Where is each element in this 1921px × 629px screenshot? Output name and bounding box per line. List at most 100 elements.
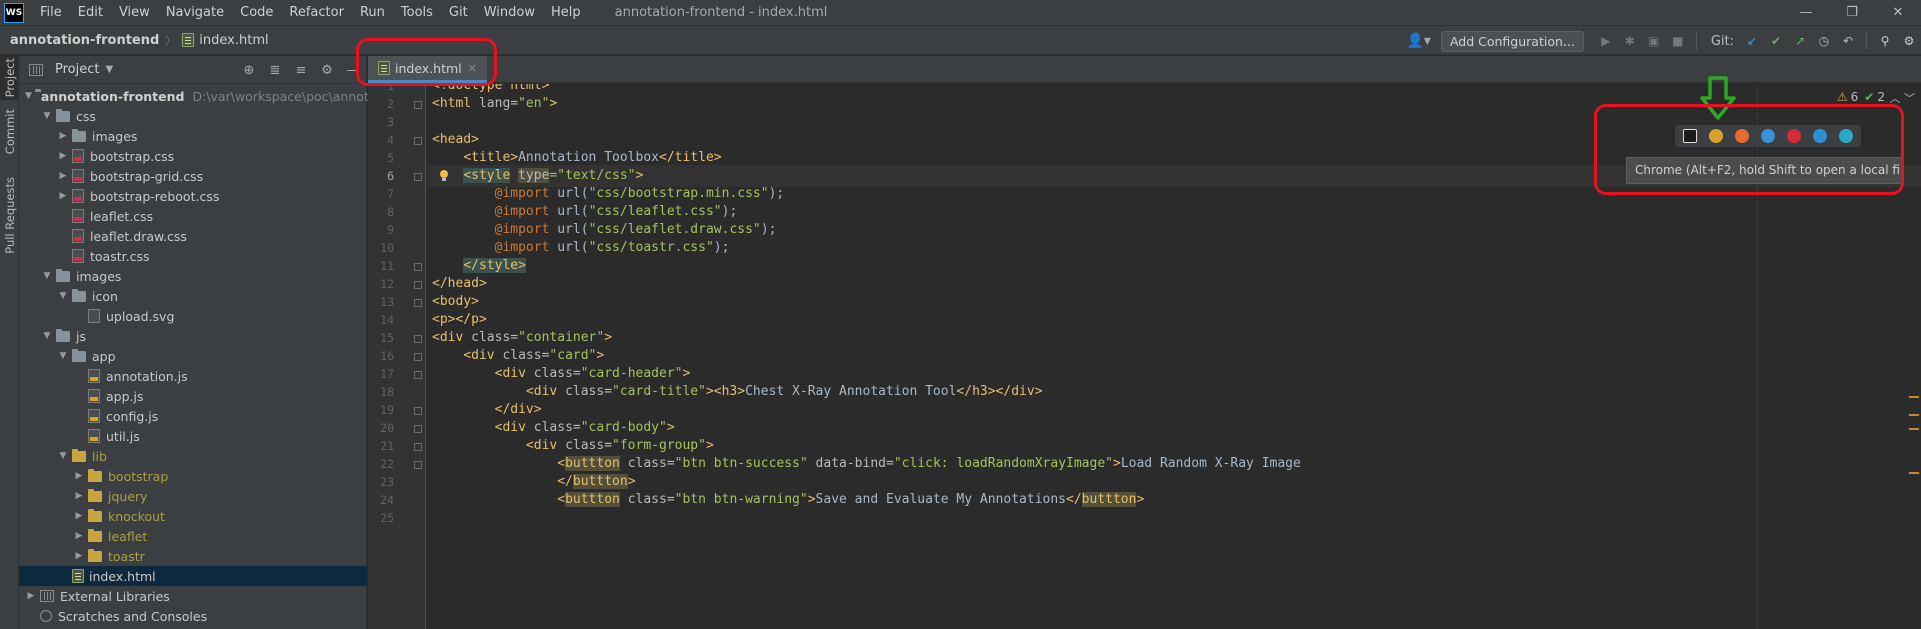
fold-marker-icon[interactable] xyxy=(414,263,422,271)
fold-marker-icon[interactable] xyxy=(414,281,422,289)
fold-marker-icon[interactable] xyxy=(414,101,422,109)
fold-marker-icon[interactable] xyxy=(414,461,422,469)
warning-marker[interactable] xyxy=(1909,396,1919,398)
line-number[interactable]: 4 xyxy=(368,133,394,147)
line-number[interactable]: 2 xyxy=(368,97,394,111)
line-number[interactable]: 21 xyxy=(368,439,394,453)
menu-edit[interactable]: Edit xyxy=(70,0,111,25)
line-number[interactable]: 24 xyxy=(368,493,394,507)
line-number[interactable]: 15 xyxy=(368,331,394,345)
warning-marker[interactable] xyxy=(1909,472,1919,474)
line-number[interactable]: 25 xyxy=(368,511,394,525)
webstorm-icon[interactable] xyxy=(1677,125,1703,147)
breadcrumb-file[interactable]: index.html xyxy=(182,33,269,48)
chevron-right-icon[interactable]: ▶ xyxy=(73,551,85,561)
chevron-right-icon[interactable]: ▶ xyxy=(57,131,69,141)
fold-marker-icon[interactable] xyxy=(414,443,422,451)
settings-icon[interactable]: ⚙ xyxy=(1897,26,1921,56)
warning-marker[interactable] xyxy=(1909,414,1919,416)
tree-item[interactable]: app.js xyxy=(19,386,367,406)
tool-tab-project[interactable]: Project xyxy=(0,56,19,100)
project-panel-title[interactable]: Project xyxy=(55,62,99,77)
tree-item[interactable]: toastr.css xyxy=(19,246,367,266)
expand-all-icon[interactable]: ≣ xyxy=(262,63,288,78)
line-number[interactable]: 22 xyxy=(368,457,394,471)
tree-item[interactable]: util.js xyxy=(19,426,367,446)
tree-item[interactable]: ▼ js xyxy=(19,326,367,346)
fold-marker-icon[interactable] xyxy=(414,371,422,379)
tree-item[interactable]: ▶ knockout xyxy=(19,506,367,526)
chevron-right-icon[interactable]: ▶ xyxy=(73,491,85,501)
line-number[interactable]: 23 xyxy=(368,475,394,489)
line-number[interactable]: 10 xyxy=(368,241,394,255)
fold-marker-icon[interactable] xyxy=(414,407,422,415)
rollback-icon[interactable]: ↶ xyxy=(1836,26,1860,56)
tree-item[interactable]: index.html xyxy=(19,566,367,586)
line-number[interactable]: 1 xyxy=(368,84,394,93)
fold-marker-icon[interactable] xyxy=(414,353,422,361)
menu-navigate[interactable]: Navigate xyxy=(158,0,232,25)
tree-item[interactable]: ▶ bootstrap.css xyxy=(19,146,367,166)
menu-window[interactable]: Window xyxy=(476,0,543,25)
tree-item[interactable]: ▼ icon xyxy=(19,286,367,306)
error-stripe[interactable] xyxy=(1907,84,1921,629)
tree-item[interactable]: ▼ css xyxy=(19,106,367,126)
menu-git[interactable]: Git xyxy=(441,0,476,25)
line-number[interactable]: 7 xyxy=(368,187,394,201)
tree-item[interactable]: annotation.js xyxy=(19,366,367,386)
minimize-button[interactable]: — xyxy=(1783,0,1829,25)
chrome-icon[interactable] xyxy=(1703,125,1729,147)
tree-item[interactable]: ▶ bootstrap-reboot.css xyxy=(19,186,367,206)
close-tab-icon[interactable]: ✕ xyxy=(468,62,477,75)
menu-tools[interactable]: Tools xyxy=(393,0,441,25)
fold-marker-icon[interactable] xyxy=(414,425,422,433)
debug-icon[interactable]: ✱ xyxy=(1618,26,1642,56)
edge-icon[interactable] xyxy=(1833,125,1859,147)
locate-file-icon[interactable]: ⊕ xyxy=(236,63,262,78)
collapse-all-icon[interactable]: ≡ xyxy=(288,63,314,78)
chevron-down-icon[interactable]: ▼ xyxy=(57,291,69,301)
line-number[interactable]: 5 xyxy=(368,151,394,165)
chevron-down-icon[interactable]: ▼ xyxy=(41,111,53,121)
line-number[interactable]: 9 xyxy=(368,223,394,237)
code-line[interactable]: <html lang="en"> xyxy=(432,93,557,115)
chevron-down-icon[interactable]: ▼ xyxy=(25,91,32,101)
stop-icon[interactable]: ■ xyxy=(1666,26,1690,56)
options-gear-icon[interactable]: ⚙ xyxy=(314,63,340,78)
fold-marker-icon[interactable] xyxy=(414,299,422,307)
fold-marker-icon[interactable] xyxy=(414,173,422,181)
code-line[interactable]: <buttton class="btn btn-warning">Save an… xyxy=(432,489,1144,511)
menu-run[interactable]: Run xyxy=(352,0,393,25)
line-number[interactable]: 11 xyxy=(368,259,394,273)
breadcrumb-project[interactable]: annotation-frontend xyxy=(0,33,159,48)
line-number[interactable]: 6 xyxy=(368,169,394,183)
hide-panel-icon[interactable]: — xyxy=(340,63,366,78)
tree-item[interactable]: ▼ images xyxy=(19,266,367,286)
line-number[interactable]: 13 xyxy=(368,295,394,309)
tree-item[interactable]: ▶ jquery xyxy=(19,486,367,506)
git-update-icon[interactable]: ↙ xyxy=(1740,26,1764,56)
coverage-icon[interactable]: ▣ xyxy=(1642,26,1666,56)
line-number[interactable]: 20 xyxy=(368,421,394,435)
inspection-widget[interactable]: ⚠ 6 ✔ 2 xyxy=(1837,90,1885,104)
line-number[interactable]: 19 xyxy=(368,403,394,417)
git-history-icon[interactable]: ◷ xyxy=(1812,26,1836,56)
tree-item[interactable]: ▼ app xyxy=(19,346,367,366)
chevron-down-icon[interactable]: ▼ xyxy=(41,331,53,341)
line-number[interactable]: 18 xyxy=(368,385,394,399)
line-number[interactable]: 14 xyxy=(368,313,394,327)
line-number[interactable]: 8 xyxy=(368,205,394,219)
fold-marker-icon[interactable] xyxy=(414,137,422,145)
tree-item[interactable]: ▼ lib xyxy=(19,446,367,466)
tree-item[interactable]: ▶ images xyxy=(19,126,367,146)
chevron-right-icon[interactable]: ▶ xyxy=(57,151,69,161)
tab-index-html[interactable]: index.html ✕ xyxy=(368,56,487,83)
chevron-right-icon[interactable]: ▶ xyxy=(73,471,85,481)
inspection-nav-icons[interactable]: ︿ ﹀ xyxy=(1890,90,1916,106)
chevron-down-icon[interactable]: ▼ xyxy=(41,271,53,281)
line-number[interactable]: 12 xyxy=(368,277,394,291)
chevron-right-icon[interactable]: ▶ xyxy=(57,191,69,201)
git-commit-icon[interactable]: ✔ xyxy=(1764,26,1788,56)
search-icon[interactable]: ⚲ xyxy=(1873,26,1897,56)
intention-bulb-icon[interactable] xyxy=(439,170,449,182)
